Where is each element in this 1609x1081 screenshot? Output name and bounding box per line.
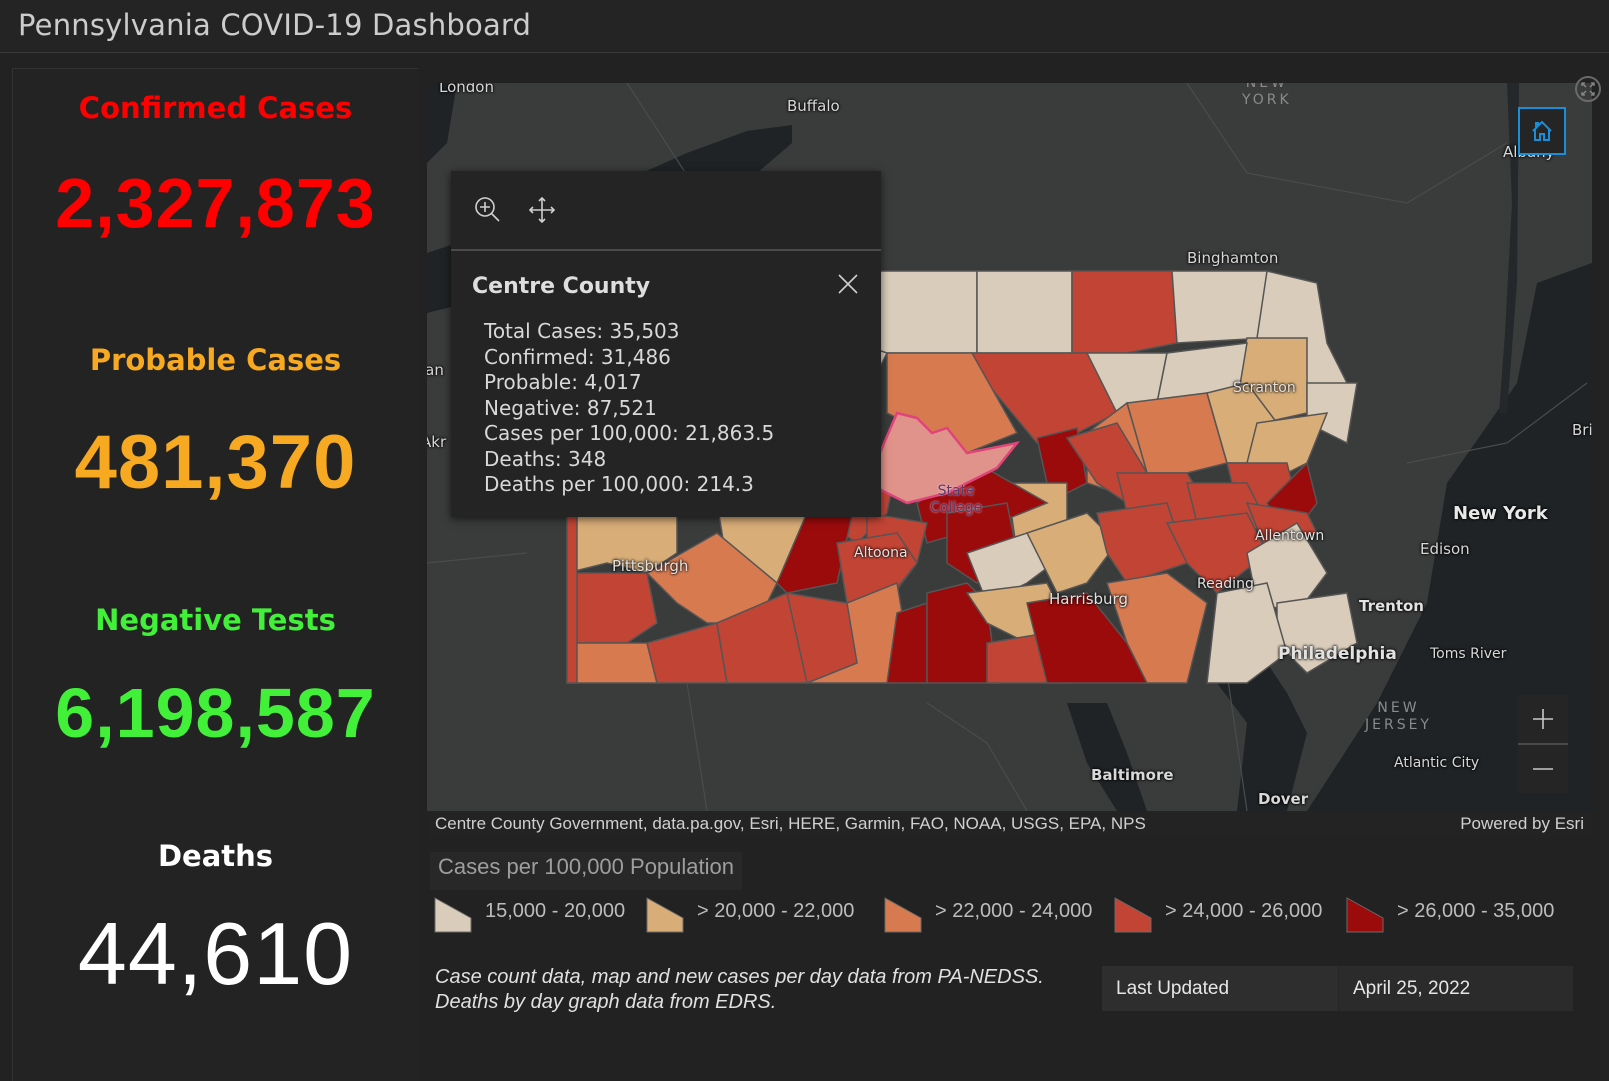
legend-label: > 22,000 - 24,000 bbox=[935, 900, 1093, 922]
map-label-london: London bbox=[439, 83, 494, 96]
close-icon bbox=[838, 274, 858, 294]
last-updated-value: April 25, 2022 bbox=[1353, 978, 1471, 999]
county bbox=[1071, 270, 1178, 354]
legend-swatch bbox=[434, 897, 472, 933]
dashboard-header: Pennsylvania COVID-19 Dashboard bbox=[0, 0, 1609, 53]
zoom-out-button[interactable] bbox=[1518, 745, 1568, 793]
map-label-buffalo: Buffalo bbox=[787, 97, 840, 115]
stat-probable-cases: Probable Cases 481,370 bbox=[13, 343, 418, 506]
county bbox=[566, 572, 658, 644]
legend-swatch bbox=[1114, 897, 1152, 933]
map-label-dover: Dover bbox=[1258, 790, 1309, 808]
legend-swatch bbox=[646, 897, 684, 933]
legend-label: > 24,000 - 26,000 bbox=[1165, 900, 1323, 922]
map-label-edison: Edison bbox=[1420, 540, 1470, 558]
legend-label: 15,000 - 20,000 bbox=[485, 900, 626, 922]
popup-field-probable: Probable: 4,017 bbox=[484, 370, 642, 394]
county bbox=[976, 270, 1073, 354]
zoom-in-button[interactable] bbox=[1518, 695, 1568, 743]
last-updated-table: Last Updated April 25, 2022 bbox=[1102, 966, 1573, 1011]
minus-icon bbox=[1533, 768, 1553, 770]
stat-value: 6,198,587 bbox=[55, 674, 376, 752]
popup-close-button[interactable] bbox=[835, 271, 861, 297]
attribution-text[interactable]: Centre County Government, data.pa.gov, E… bbox=[435, 814, 1146, 834]
stat-label: Negative Tests bbox=[95, 603, 336, 637]
legend-swatch bbox=[884, 897, 922, 933]
map-label-scranton: Scranton bbox=[1233, 380, 1296, 396]
expand-button[interactable] bbox=[1575, 76, 1601, 102]
legend-label: > 26,000 - 35,000 bbox=[1397, 900, 1555, 922]
zoom-to-button[interactable] bbox=[471, 193, 505, 227]
stat-label: Deaths bbox=[157, 839, 274, 873]
map-label-cleveland: lan bbox=[427, 361, 444, 379]
home-button[interactable] bbox=[1518, 107, 1566, 155]
last-updated-cell: April 25, 2022 bbox=[1338, 966, 1573, 1011]
stat-label: Confirmed Cases bbox=[78, 91, 353, 125]
popup-field-deaths-per-100k: Deaths per 100,000: 214.3 bbox=[484, 472, 754, 496]
stat-confirmed-cases: Confirmed Cases 2,327,873 bbox=[13, 91, 418, 243]
popup-field-deaths: Deaths: 348 bbox=[484, 446, 607, 471]
map-label-trenton: Trenton bbox=[1359, 597, 1424, 615]
move-icon bbox=[528, 196, 556, 224]
map-label-reading: Reading bbox=[1197, 576, 1254, 592]
legend-label: > 20,000 - 22,000 bbox=[697, 900, 855, 922]
zoom-controls bbox=[1518, 695, 1568, 793]
county-popup: Centre County Total Cases: 35,503 Confir… bbox=[451, 171, 881, 517]
map-label-baltimore: Baltimore bbox=[1091, 766, 1174, 784]
popup-field-cases-per-100k: Cases per 100,000: 21,863.5 bbox=[484, 421, 775, 445]
legend: 15,000 - 20,000 > 20,000 - 22,000 > 22,0… bbox=[433, 888, 1593, 934]
zoom-in-icon bbox=[475, 197, 500, 222]
expand-icon bbox=[1581, 82, 1595, 96]
home-icon bbox=[1532, 120, 1552, 141]
stat-deaths: Deaths 44,610 bbox=[13, 839, 418, 1005]
popup-field-total-cases: Total Cases: 35,503 bbox=[484, 319, 680, 343]
delaware-bay bbox=[1217, 663, 1307, 811]
stat-value: 481,370 bbox=[74, 420, 357, 505]
chesapeake-bay bbox=[1067, 703, 1147, 811]
county bbox=[646, 622, 728, 684]
map-label-state-college: State College bbox=[930, 483, 983, 516]
county bbox=[566, 642, 658, 684]
map-label-harrisburg: Harrisburg bbox=[1049, 590, 1128, 608]
county bbox=[1171, 270, 1268, 344]
popup-field-confirmed: Confirmed: 31,486 bbox=[484, 344, 671, 369]
stats-panel: Confirmed Cases 2,327,873 Probable Cases… bbox=[12, 68, 418, 1081]
stat-label: Probable Cases bbox=[89, 343, 342, 377]
stat-value: 44,610 bbox=[77, 904, 354, 1003]
map-label-philadelphia: Philadelphia bbox=[1278, 644, 1397, 664]
legend-swatch bbox=[1346, 897, 1384, 933]
map-label-new-jersey: NEW JERSEY bbox=[1365, 700, 1432, 733]
map-attribution: Centre County Government, data.pa.gov, E… bbox=[427, 811, 1592, 837]
dashboard-title: Pennsylvania COVID-19 Dashboard bbox=[18, 8, 532, 42]
stat-negative-tests: Negative Tests 6,198,587 bbox=[13, 603, 418, 753]
map-label-binghamton: Binghamton bbox=[1187, 249, 1279, 267]
last-updated-label: Last Updated bbox=[1116, 978, 1230, 999]
map-label-akron: Akr bbox=[427, 433, 447, 451]
move-popup-button[interactable] bbox=[525, 193, 559, 227]
hudson-river bbox=[1499, 83, 1519, 413]
map-label-pittsburgh: Pittsburgh bbox=[612, 557, 689, 575]
map-label-bridgeport: Bri bbox=[1572, 421, 1592, 439]
map-label-new-york-city: New York bbox=[1453, 503, 1548, 524]
map-label-atlantic-city: Atlantic City bbox=[1394, 755, 1480, 771]
popup-toolbar bbox=[451, 171, 881, 251]
plus-icon bbox=[1533, 709, 1553, 729]
map-label-altoona: Altoona bbox=[854, 545, 908, 561]
popup-field-negative: Negative: 87,521 bbox=[484, 395, 657, 420]
powered-by-esri[interactable]: Powered by Esri bbox=[1460, 814, 1584, 834]
popup-title: Centre County bbox=[472, 274, 651, 299]
map-label-allentown: Allentown bbox=[1255, 528, 1325, 544]
map-label-toms-river: Toms River bbox=[1430, 646, 1507, 662]
data-source-note: Case count data, map and new cases per d… bbox=[435, 966, 1044, 1013]
legend-title: Cases per 100,000 Population bbox=[430, 852, 742, 890]
popup-fields: Total Cases: 35,503 Confirmed: 31,486 Pr… bbox=[484, 319, 774, 498]
stat-value: 2,327,873 bbox=[55, 164, 376, 242]
map-label-new-york-state: NEW YORK bbox=[1242, 83, 1292, 108]
